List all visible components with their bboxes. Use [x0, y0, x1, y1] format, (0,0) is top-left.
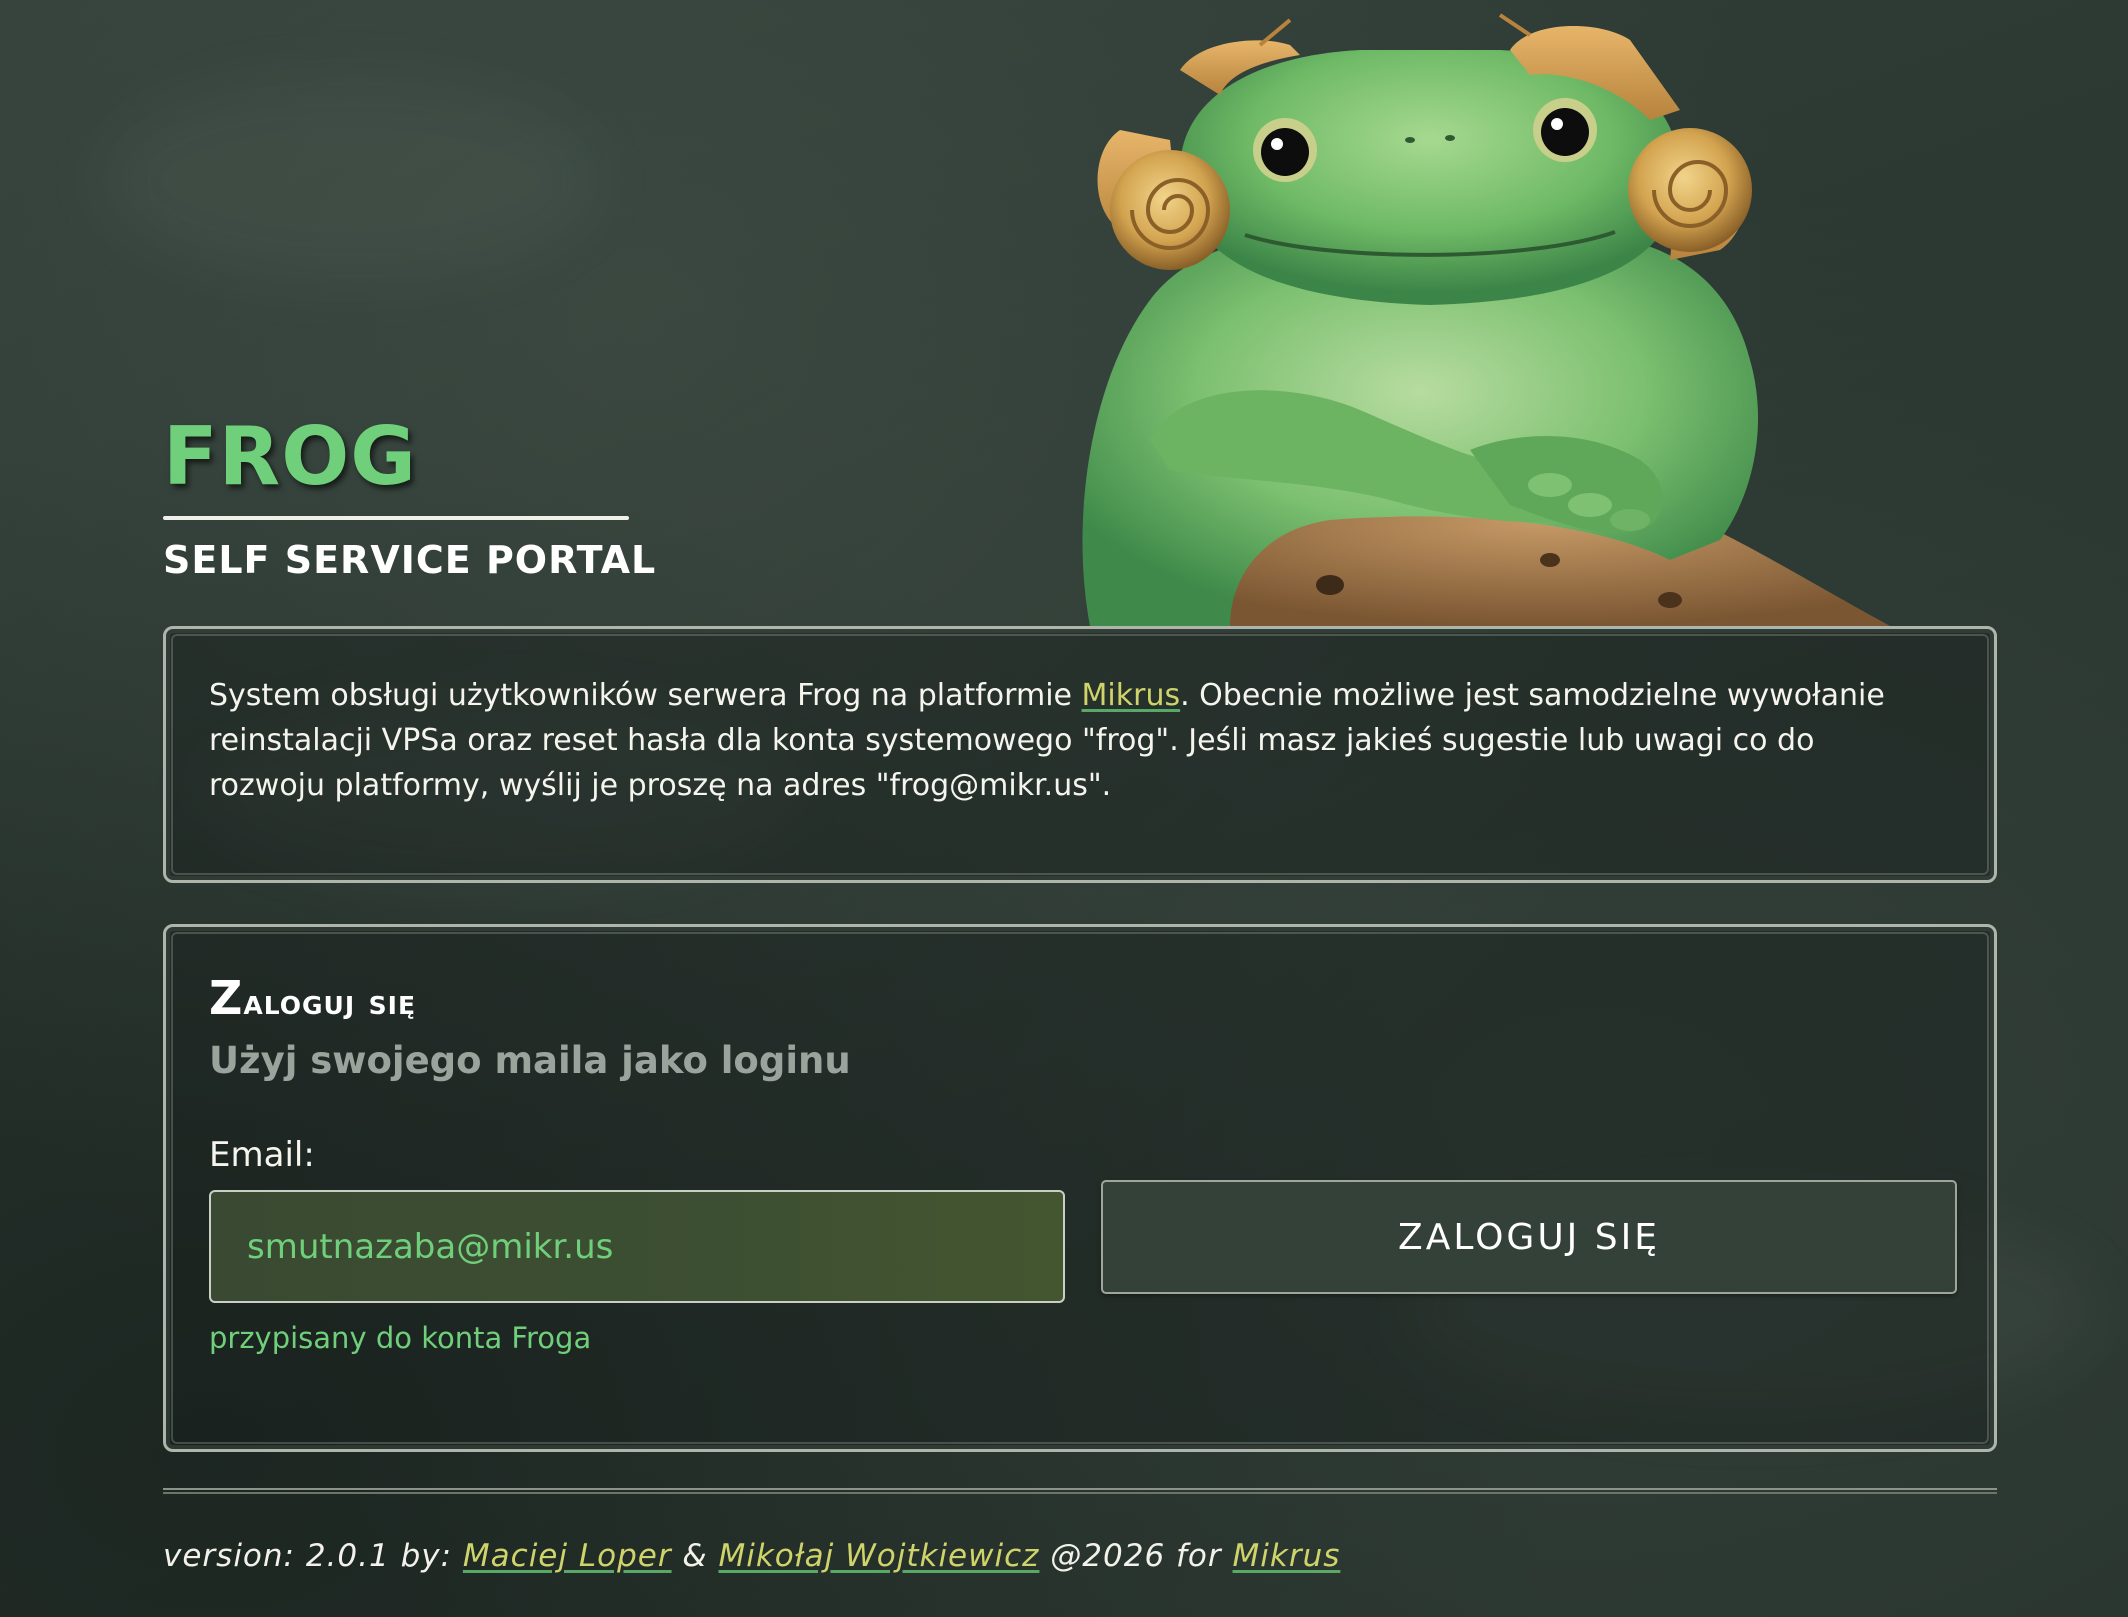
email-label: Email:	[209, 1135, 315, 1175]
footer-version: version: 2.0.1 by:	[163, 1538, 463, 1574]
author-link-mikolaj[interactable]: Mikołaj Wojtkiewicz	[718, 1538, 1039, 1574]
email-field[interactable]	[209, 1190, 1065, 1303]
info-panel: System obsługi użytkowników serwera Frog…	[163, 626, 1997, 883]
login-panel: Zaloguj się Użyj swojego maila jako logi…	[163, 924, 1997, 1452]
footer-divider	[163, 1488, 1997, 1494]
mikrus-link[interactable]: Mikrus	[1082, 678, 1181, 713]
login-title: Zaloguj się	[209, 971, 416, 1025]
login-title-rest: aloguj się	[243, 982, 417, 1023]
footer: version: 2.0.1 by: Maciej Loper & Mikoła…	[163, 1538, 1340, 1574]
footer-year: @2026 for	[1039, 1538, 1233, 1574]
login-title-initial: Z	[209, 971, 244, 1025]
footer-amp: &	[671, 1538, 719, 1574]
title-divider	[163, 516, 629, 520]
footer-mikrus-link[interactable]: Mikrus	[1233, 1538, 1341, 1574]
info-text: System obsługi użytkowników serwera Frog…	[209, 673, 1929, 808]
author-link-maciej[interactable]: Maciej Loper	[463, 1538, 672, 1574]
chalk-smudge	[100, 80, 600, 280]
frog-illustration	[1030, 0, 1910, 626]
page-subtitle: SELF SERVICE PORTAL	[163, 538, 657, 582]
email-helper-text: przypisany do konta Froga	[209, 1321, 592, 1355]
login-subtitle: Użyj swojego maila jako loginu	[209, 1039, 851, 1082]
login-button[interactable]: ZALOGUJ SIĘ	[1101, 1180, 1957, 1294]
page-title: FROG	[163, 410, 417, 503]
info-text-part: System obsługi użytkowników serwera Frog…	[209, 678, 1082, 713]
